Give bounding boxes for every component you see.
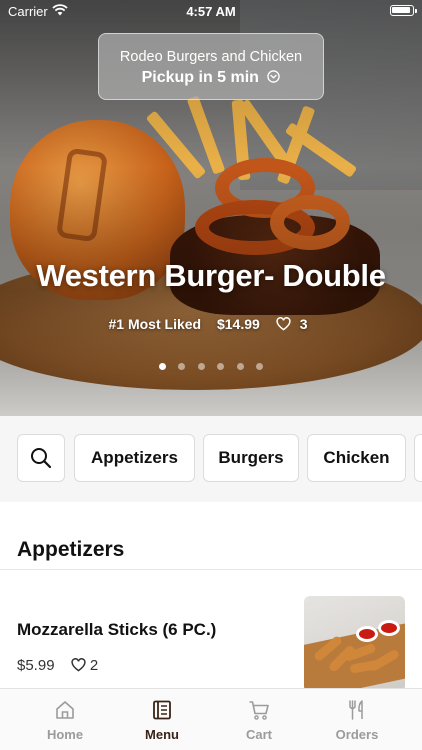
carousel-dot[interactable] (236, 363, 244, 370)
carousel-dot[interactable] (158, 363, 166, 370)
battery-icon (390, 5, 417, 16)
store-name: Rodeo Burgers and Chicken (119, 49, 303, 65)
status-bar: Carrier 4:57 AM (0, 0, 422, 22)
category-chip-more[interactable] (414, 434, 422, 482)
category-chip-chicken[interactable]: Chicken (307, 434, 406, 482)
category-bar[interactable]: Appetizers Burgers Chicken (0, 416, 422, 502)
featured-item-meta: #1 Most Liked $14.99 3 (0, 316, 422, 332)
search-icon (31, 448, 52, 469)
cart-icon (249, 701, 269, 720)
search-button[interactable] (17, 434, 65, 482)
orders-icon (349, 700, 363, 720)
home-icon (56, 701, 74, 719)
tab-menu[interactable]: Menu (113, 689, 211, 750)
category-chip-burgers[interactable]: Burgers (203, 434, 299, 482)
carousel-dot[interactable] (217, 363, 225, 370)
featured-price: $14.99 (216, 316, 260, 332)
tab-bar: Home Menu Cart Orders (0, 688, 422, 750)
tab-home-label: Home (46, 727, 84, 742)
category-chip-appetizers[interactable]: Appetizers (74, 434, 195, 482)
chevron-down-icon (267, 70, 281, 83)
menu-icon (153, 700, 171, 720)
pickup-time: Pickup in 5 min (99, 69, 323, 87)
tab-menu-label: Menu (145, 727, 179, 742)
featured-badge: #1 Most Liked (108, 316, 202, 332)
carousel-dot[interactable] (197, 363, 205, 370)
heart-icon (71, 658, 86, 672)
menu-item-meta: $5.99 2 (17, 657, 98, 674)
menu-item-price: $5.99 (17, 657, 55, 674)
clock: 4:57 AM (186, 4, 236, 19)
heart-icon (276, 317, 291, 331)
featured-likes[interactable]: 3 (276, 316, 314, 332)
tab-orders-label: Orders (335, 727, 379, 742)
hero-banner[interactable]: Carrier 4:57 AM Rodeo Burgers and Chicke… (0, 0, 422, 416)
pickup-selector[interactable]: Rodeo Burgers and Chicken Pickup in 5 mi… (98, 33, 324, 100)
carousel-dot[interactable] (178, 363, 186, 370)
section-title: Appetizers (17, 538, 125, 561)
menu-item-likes[interactable]: 2 (71, 657, 98, 674)
menu-item-name: Mozzarella Sticks (6 PC.) (17, 620, 217, 639)
carousel-dot[interactable] (256, 363, 264, 370)
section-header: Appetizers (0, 502, 422, 570)
tab-orders[interactable]: Orders (308, 689, 406, 750)
menu-item-image[interactable] (304, 596, 405, 692)
carousel-dots[interactable] (0, 357, 422, 375)
tab-cart-label: Cart (245, 727, 272, 742)
featured-item-title[interactable]: Western Burger- Double (0, 258, 422, 294)
tab-home[interactable]: Home (16, 689, 114, 750)
tab-cart[interactable]: Cart (210, 689, 308, 750)
